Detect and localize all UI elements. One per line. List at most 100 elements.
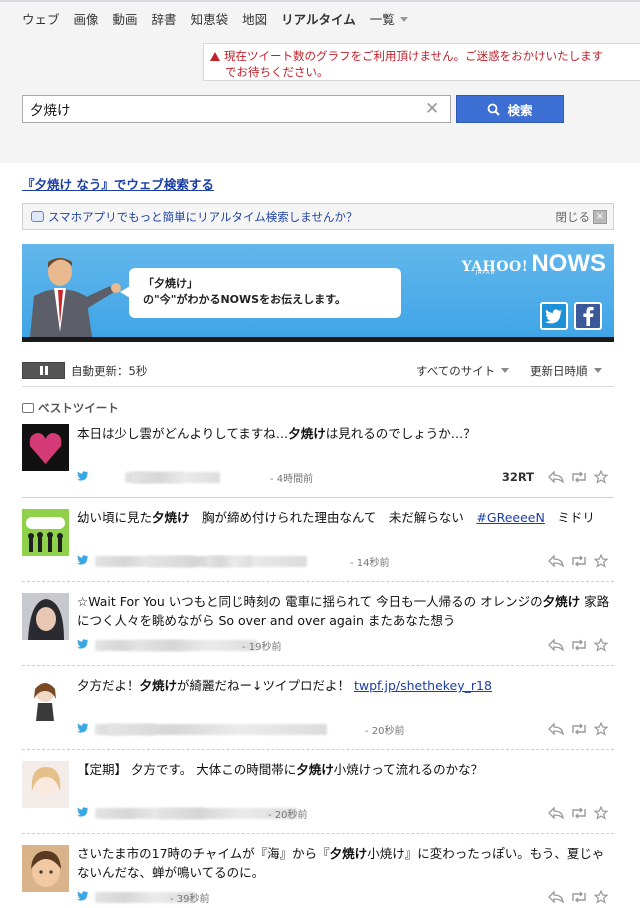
- tweet-divider: [22, 497, 614, 498]
- tweet-item: 本日は少し雲がどんよりしてますね…夕焼けは見れるのでしょうか…？ - 4時間前 32…: [22, 424, 614, 504]
- tweet-meta: - 14秒前: [77, 554, 517, 569]
- user-avatar[interactable]: [22, 677, 69, 724]
- tweet-text-segment: 本日は少し雲がどんよりしてますね…: [77, 426, 289, 441]
- blurred-username: [107, 724, 327, 735]
- blurred-username: [207, 556, 252, 567]
- presenter-illustration: [30, 258, 121, 337]
- nav-item-video[interactable]: 動画: [113, 9, 138, 28]
- tweet-text: 【定期】 夕方です。 大体この時間帯に夕焼け小焼けって流れるのかな？: [77, 760, 614, 779]
- nows-banner[interactable]: 「夕焼け」 の"今"がわかるNOWSをお伝えします。 YAHOO! JAPAN NO…: [22, 244, 614, 342]
- keyword-highlight: 夕焼け: [288, 426, 326, 441]
- twitter-bird-icon: [77, 891, 89, 901]
- search-icon: [488, 103, 501, 116]
- retweet-icon[interactable]: [570, 891, 588, 903]
- favorite-star-icon[interactable]: [594, 722, 608, 736]
- retweet-icon[interactable]: [570, 471, 588, 483]
- page: ウェブ 画像 動画 辞書 知恵袋 地図 リアルタイム 一覧 現在ツイート数のグラ…: [0, 0, 640, 908]
- favorite-star-icon[interactable]: [594, 890, 608, 904]
- favorite-star-icon[interactable]: [594, 806, 608, 820]
- retweet-icon[interactable]: [570, 807, 588, 819]
- reply-icon[interactable]: [548, 723, 564, 735]
- facebook-icon: [583, 306, 594, 326]
- search-input[interactable]: [22, 95, 451, 123]
- web-search-link[interactable]: 『夕焼け なう』でウェブ検索する: [22, 174, 214, 193]
- twitter-share-button[interactable]: [540, 302, 568, 330]
- nav-item-images[interactable]: 画像: [74, 9, 99, 28]
- tweet-link[interactable]: #GReeeeN: [476, 510, 544, 525]
- favorite-star-icon[interactable]: [594, 470, 608, 484]
- user-avatar[interactable]: [22, 424, 69, 471]
- tweet-timestamp[interactable]: - 14秒前: [350, 554, 390, 569]
- retweet-icon[interactable]: [570, 639, 588, 651]
- app-promo-link[interactable]: スマホアプリでもっと簡単にリアルタイム検索しませんか？: [48, 209, 357, 225]
- promo-close-label: 閉じる: [555, 210, 591, 224]
- nav-item-dictionary[interactable]: 辞書: [152, 9, 177, 28]
- nav-item-realtime[interactable]: リアルタイム: [281, 9, 356, 28]
- promo-close-button[interactable]: 閉じる ×: [555, 209, 607, 225]
- tweet-meta: - 19秒前: [77, 638, 517, 653]
- user-avatar[interactable]: [22, 761, 69, 808]
- retweet-icon[interactable]: [570, 723, 588, 735]
- tweet-divider: [22, 581, 614, 582]
- banner-speech-bubble: 「夕焼け」 の"今"がわかるNOWSをお伝えします。: [120, 268, 401, 318]
- service-nav: ウェブ 画像 動画 辞書 知恵袋 地図 リアルタイム 一覧: [22, 8, 422, 28]
- tweet-item: 【定期】 夕方です。 大体この時間帯に夕焼け小焼けって流れるのかな？ - 20秒前: [22, 760, 614, 840]
- tweet-meta: - 20秒前: [77, 806, 517, 821]
- favorite-star-icon[interactable]: [594, 554, 608, 568]
- tweet-item: さいたま市の17時のチャイムが『海』から『夕焼け小焼け』に変わったっぽい。もう、…: [22, 844, 614, 908]
- tweet-divider: [22, 749, 614, 750]
- tweet-timestamp[interactable]: - 4時間前: [270, 470, 313, 485]
- sort-order-dropdown[interactable]: 更新日時順: [530, 363, 602, 379]
- twitter-bird-icon: [77, 807, 89, 817]
- reply-icon[interactable]: [548, 807, 564, 819]
- tweet-text-segment: 夕方だよ！: [77, 678, 140, 693]
- pause-button[interactable]: [22, 362, 65, 379]
- retweet-icon[interactable]: [570, 555, 588, 567]
- nav-item-more[interactable]: 一覧: [370, 9, 408, 28]
- chat-bubble-icon: [31, 211, 44, 222]
- tweet-actions: [542, 637, 608, 653]
- reply-icon[interactable]: [548, 891, 564, 903]
- tweet-divider: [22, 833, 614, 834]
- reply-icon[interactable]: [548, 555, 564, 567]
- best-tweet-label: ベストツイート: [38, 401, 119, 415]
- tweet-actions: [542, 721, 608, 737]
- twitter-bird-icon: [545, 308, 562, 323]
- user-avatar[interactable]: [22, 845, 69, 892]
- best-tweet-heading: ベストツイート: [22, 400, 119, 416]
- keyword-highlight: 夕焼け: [152, 510, 190, 525]
- user-avatar[interactable]: [22, 509, 69, 556]
- user-avatar[interactable]: [22, 593, 69, 640]
- tweet-text: ☆Wait For You いつもと同じ時刻の 電車に揺られて 今日も一人帰るの…: [77, 592, 614, 630]
- site-filter-dropdown[interactable]: すべてのサイト: [416, 363, 509, 379]
- tweet-text-segment: 小焼けって流れるのかな？: [333, 762, 484, 777]
- tweet-actions: [542, 553, 608, 569]
- tweet-timestamp[interactable]: - 20秒前: [268, 806, 308, 821]
- keyword-highlight: 夕焼け: [296, 762, 334, 777]
- search-button-label: 検索: [507, 102, 533, 118]
- tweet-item: ☆Wait For You いつもと同じ時刻の 電車に揺られて 今日も一人帰るの…: [22, 592, 614, 672]
- nav-item-map[interactable]: 地図: [242, 9, 267, 28]
- nav-item-chiebukuro[interactable]: 知恵袋: [191, 9, 229, 28]
- search-button[interactable]: 検索: [456, 95, 564, 123]
- tweet-text-segment: が綺麗だねー↓ツイプロだよ！: [177, 678, 354, 693]
- facebook-share-button[interactable]: [574, 302, 602, 330]
- twitter-bird-icon: [77, 555, 89, 565]
- tweet-link[interactable]: twpf.jp/shethekey_r18: [354, 678, 492, 693]
- tweet-item: 夕方だよ！夕焼けが綺麗だねー↓ツイプロだよ！ twpf.jp/shethekey…: [22, 676, 614, 756]
- alert-line-2: でお待ちください。: [225, 65, 329, 79]
- banner-line-2: の"今"がわかるNOWSをお伝えします。: [143, 293, 346, 306]
- tweet-timestamp[interactable]: - 20秒前: [365, 722, 405, 737]
- graph-unavailable-alert: 現在ツイート数のグラフをご利用頂けません。ご迷惑をおかけいたします でお待ちくだ…: [203, 43, 640, 81]
- tweet-timestamp[interactable]: - 39秒前: [170, 890, 210, 905]
- keyword-highlight: 夕焼け: [139, 678, 178, 693]
- logo-nows-text: NOWS: [531, 250, 606, 277]
- favorite-star-icon[interactable]: [594, 638, 608, 652]
- tweet-text-segment: 幼い頃に見た: [77, 510, 153, 525]
- tweet-timestamp[interactable]: - 19秒前: [242, 638, 282, 653]
- keyword-highlight: 夕焼け: [542, 594, 581, 609]
- reply-icon[interactable]: [548, 471, 564, 483]
- nav-item-web[interactable]: ウェブ: [22, 9, 60, 28]
- reply-icon[interactable]: [548, 639, 564, 651]
- clear-search-icon[interactable]: ✕: [425, 100, 439, 118]
